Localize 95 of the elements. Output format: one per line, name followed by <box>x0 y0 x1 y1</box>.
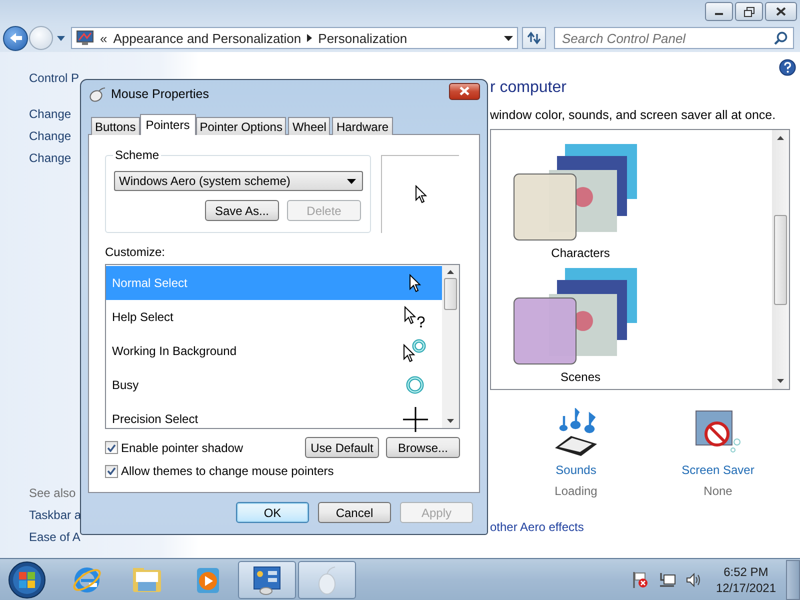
refresh-button[interactable] <box>522 27 546 49</box>
monitor-icon <box>76 30 94 46</box>
list-row[interactable]: Working In Background <box>106 334 442 368</box>
list-row[interactable]: Help Select <box>106 300 442 334</box>
check-icon <box>107 467 116 475</box>
arrow-pointer-icon <box>414 185 426 204</box>
push-button[interactable]: Save As... <box>205 200 279 221</box>
dialog-title: Mouse Properties <box>111 87 209 101</box>
list-label: Customize: <box>105 245 166 259</box>
tab[interactable]: Wheel <box>288 117 330 135</box>
scrollbar[interactable] <box>442 265 459 428</box>
page-heading: r computer <box>490 79 566 97</box>
sidebar-link[interactable]: Ease of A <box>29 530 80 544</box>
taskbar-button[interactable] <box>238 560 296 598</box>
tab[interactable]: Hardware <box>332 117 392 135</box>
taskbar-button[interactable] <box>298 560 356 598</box>
scroll-down-icon <box>777 379 784 383</box>
list-row[interactable]: Precision Select <box>106 402 442 436</box>
setting-link[interactable]: Screen Saver <box>682 463 754 477</box>
sidebar-link[interactable]: Control P <box>29 71 80 85</box>
clock-time: 6:52 PM <box>724 564 768 578</box>
tab[interactable]: Pointers <box>140 114 196 135</box>
checkbox-label[interactable]: Allow themes to change mouse pointers <box>121 464 334 478</box>
network-icon[interactable] <box>658 572 676 588</box>
refresh-icon <box>526 31 542 45</box>
checkbox[interactable] <box>105 464 118 478</box>
volume-icon[interactable] <box>686 572 702 586</box>
setting-value: None <box>704 484 732 498</box>
address-dropdown-icon[interactable] <box>504 36 513 40</box>
clock-date: 12/17/2021 <box>716 580 776 594</box>
back-button[interactable] <box>3 26 28 50</box>
pointer-name: Help Select <box>112 310 174 324</box>
mouse-icon <box>88 86 106 102</box>
sidebar-link[interactable]: Change <box>29 107 72 121</box>
start-orb-icon[interactable] <box>8 560 46 598</box>
breadcrumb[interactable]: Personalization <box>318 30 408 46</box>
page-description: window color, sounds, and screen saver all at once. <box>490 108 776 122</box>
help-icon[interactable] <box>779 59 796 76</box>
search-icon[interactable] <box>774 31 788 45</box>
help-pointer-icon <box>404 306 426 328</box>
scroll-thumb[interactable] <box>774 214 787 304</box>
search-field[interactable]: Search Control Panel <box>554 27 794 49</box>
check-icon <box>107 444 116 452</box>
scrollbar[interactable] <box>772 130 789 389</box>
address-field[interactable]: « Appearance and Personalization Personalization <box>71 27 518 49</box>
arrow-pointer-icon <box>409 274 421 292</box>
scroll-up-icon <box>447 270 454 274</box>
pointer-name: Busy <box>112 378 139 392</box>
checkbox[interactable] <box>105 441 118 454</box>
pointer-name: Working In Background <box>112 344 237 358</box>
tab[interactable]: Buttons <box>91 117 140 135</box>
breadcrumb-arrow-icon <box>307 34 312 42</box>
control-panel-icon <box>251 564 283 596</box>
setting-link[interactable]: Sounds <box>556 463 596 477</box>
theme-name: Scenes <box>560 370 601 384</box>
restore-button[interactable] <box>735 2 763 21</box>
setting-value: Loading <box>554 484 598 498</box>
working-pointer-icon <box>403 339 427 363</box>
clock[interactable]: 6:52 PM 12/17/2021 <box>716 564 776 594</box>
flag-error-icon[interactable] <box>632 570 648 588</box>
close-button[interactable] <box>765 2 797 21</box>
sidebar-link[interactable]: Change <box>29 129 72 143</box>
pointer-name: Normal Select <box>112 276 188 290</box>
crosshair-pointer-icon <box>402 406 428 432</box>
history-dropdown-icon[interactable] <box>57 36 65 40</box>
pointer-name: Precision Select <box>112 412 198 426</box>
minimize-button[interactable] <box>705 2 733 21</box>
back-arrow-icon <box>8 32 22 44</box>
theme-item[interactable]: Scenes <box>513 266 648 384</box>
busy-pointer-icon <box>405 375 425 395</box>
theme-item[interactable]: Characters <box>513 142 648 260</box>
close-icon <box>776 7 786 16</box>
restore-icon <box>744 6 754 16</box>
checkbox-label[interactable]: Enable pointer shadow <box>121 440 244 454</box>
breadcrumb-prefix[interactable]: « <box>100 30 108 46</box>
sidebar-link[interactable]: Taskbar a <box>29 508 82 522</box>
dropdown-arrow-icon <box>347 178 356 184</box>
list-row[interactable]: Busy <box>106 368 442 402</box>
close-button[interactable] <box>449 82 480 100</box>
theme-name: Characters <box>551 246 610 260</box>
scroll-up-icon <box>777 136 784 140</box>
push-button[interactable]: Use Default <box>305 437 379 458</box>
scheme-dropdown[interactable]: Windows Aero (system scheme) <box>114 171 363 191</box>
group-label: Scheme <box>113 148 162 162</box>
push-button[interactable]: Cancel <box>318 502 391 523</box>
aero-effects-link[interactable]: other Aero effects <box>490 520 584 534</box>
scroll-thumb[interactable] <box>444 278 457 310</box>
breadcrumb[interactable]: Appearance and Personalization <box>113 30 302 46</box>
see-also-heading: See also <box>29 486 76 500</box>
push-button[interactable]: Browse... <box>386 437 460 458</box>
close-icon <box>459 86 470 96</box>
scroll-down-icon <box>447 419 454 423</box>
sidebar-link[interactable]: Change <box>29 151 72 165</box>
push-button[interactable]: OK <box>236 502 309 523</box>
tab[interactable]: Pointer Options <box>196 117 286 135</box>
